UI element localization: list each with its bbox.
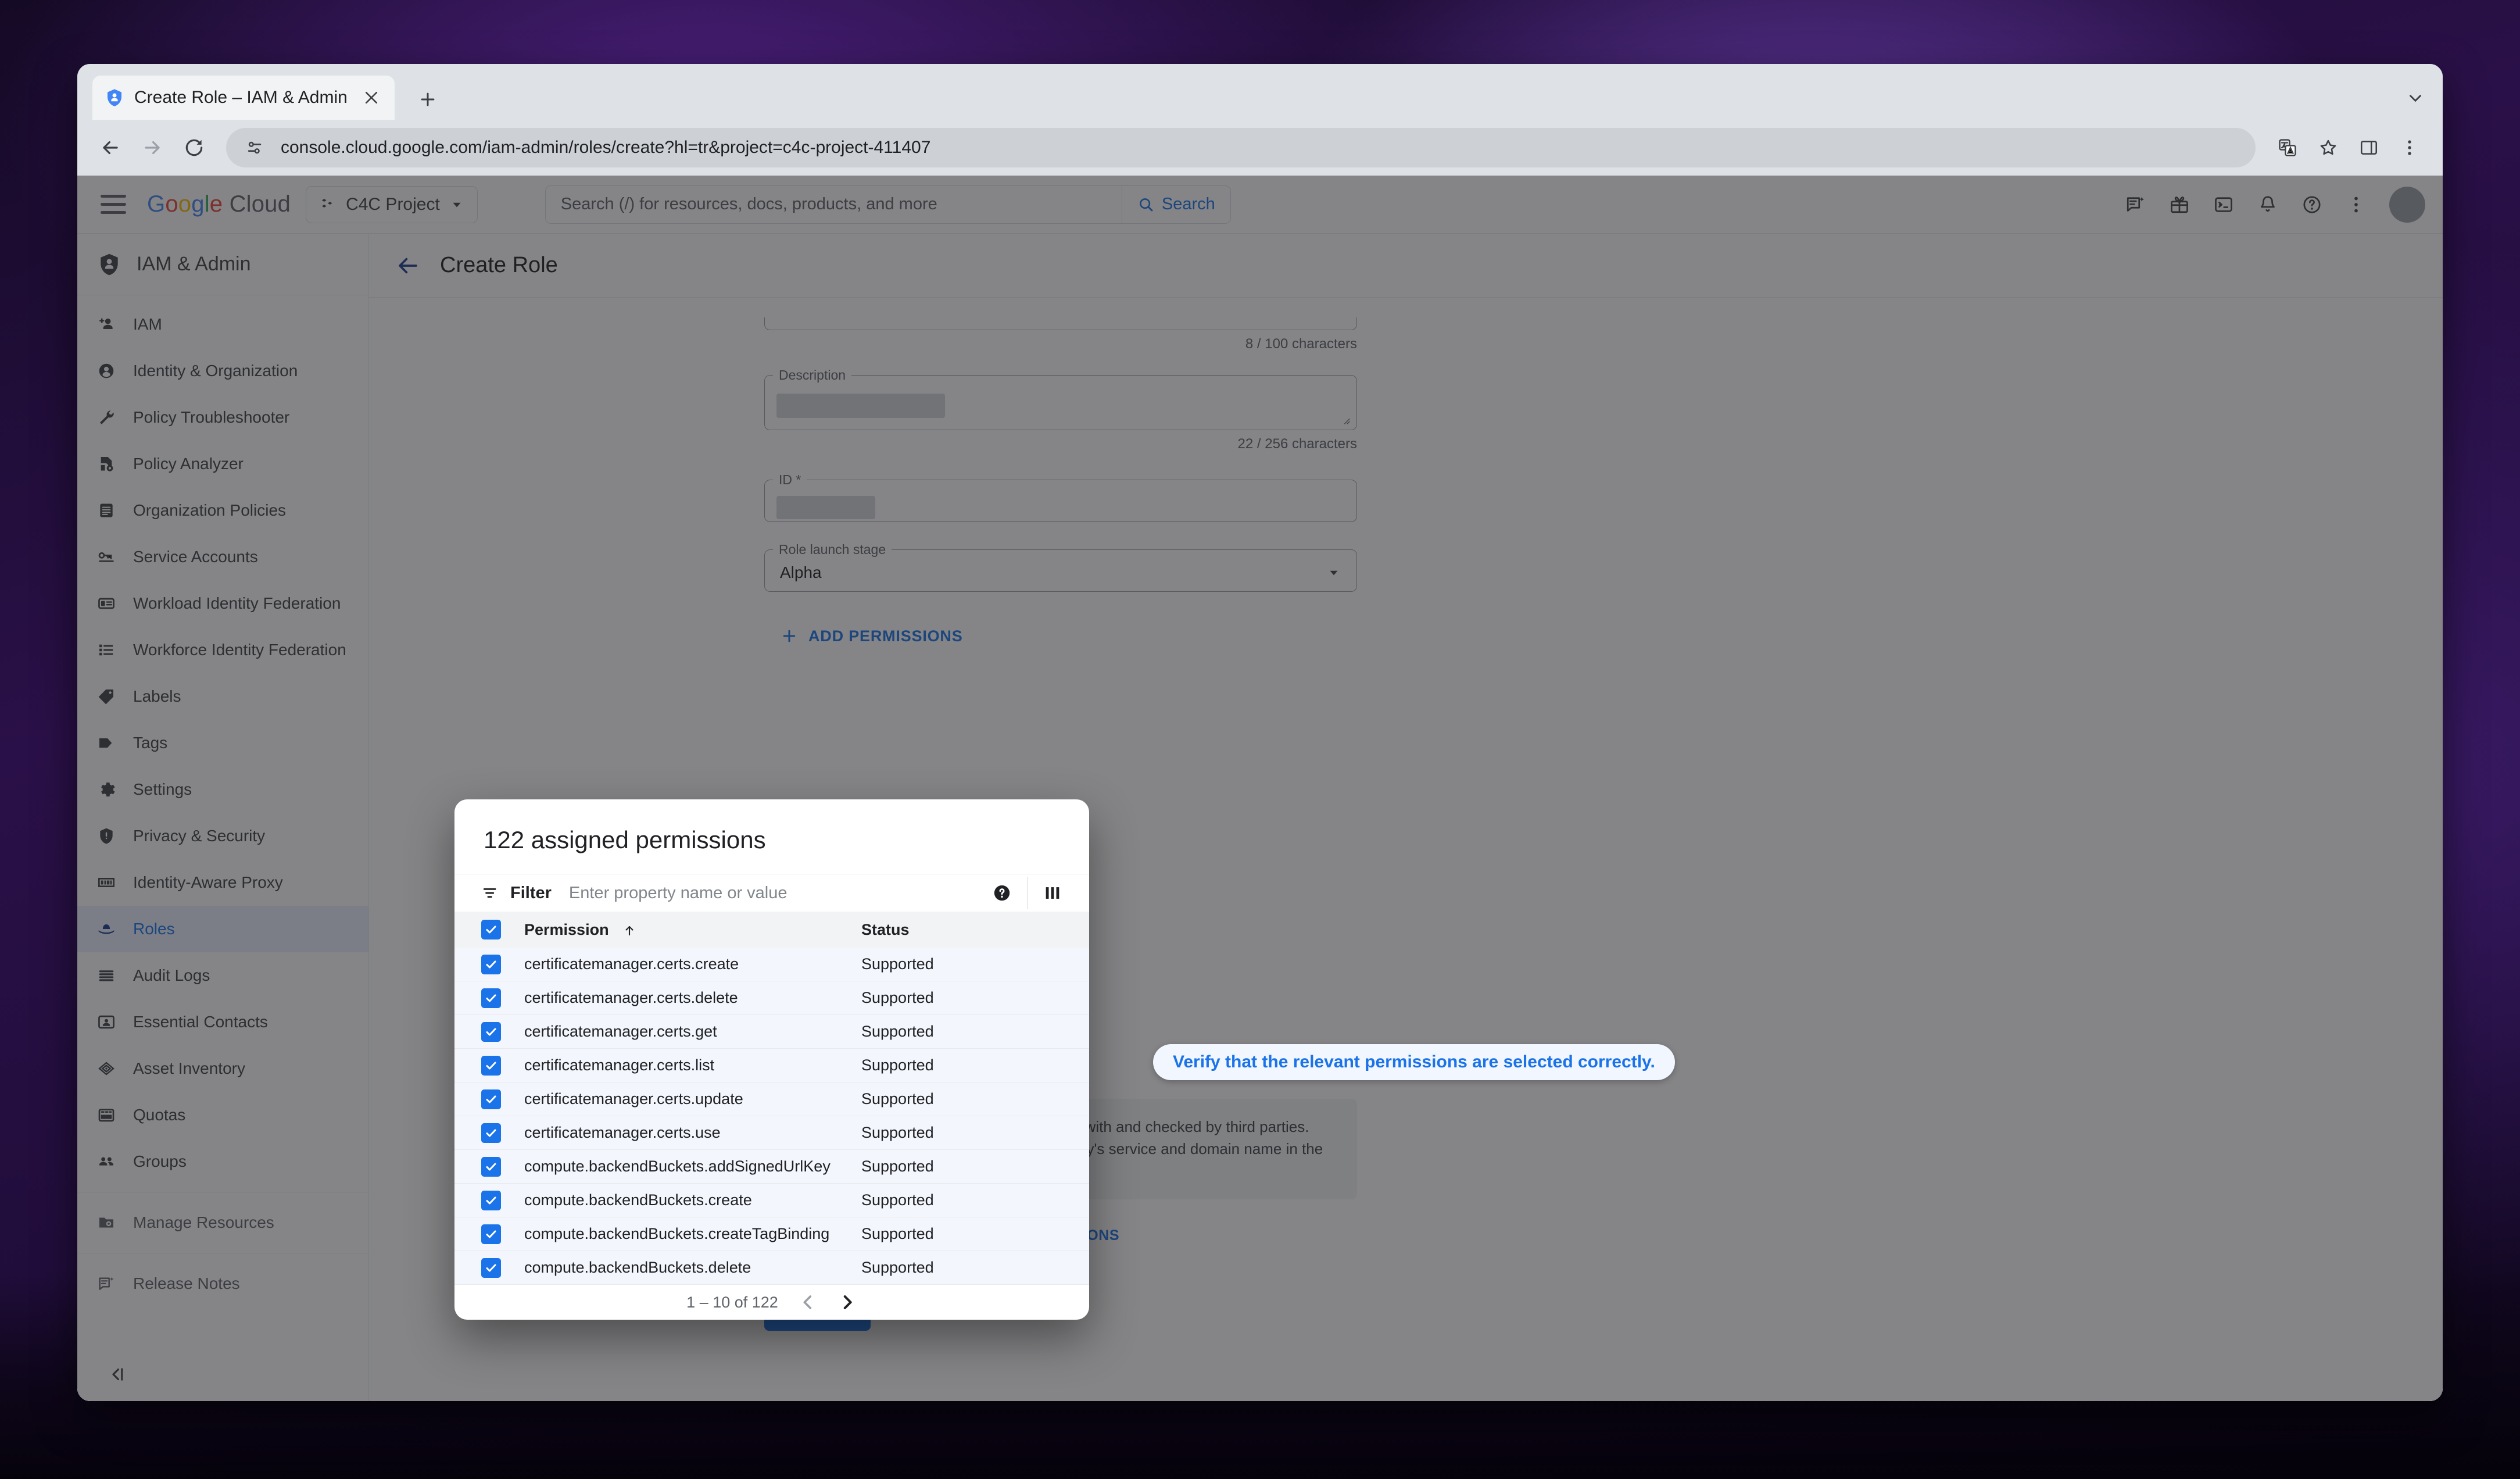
dialog-title: 122 assigned permissions xyxy=(484,826,766,853)
reload-icon[interactable] xyxy=(176,130,212,166)
table-row[interactable]: certificatemanager.certs.create Supported xyxy=(454,948,1089,982)
more-vertical-icon[interactable] xyxy=(2392,130,2428,166)
table-row[interactable]: compute.backendBuckets.createTagBinding S… xyxy=(454,1217,1089,1252)
annotation-verify-permissions: Verify that the relevant permissions are… xyxy=(1153,1044,1675,1080)
permission-status: Supported xyxy=(861,1259,934,1277)
arrow-up-icon xyxy=(622,924,636,938)
permission-name: compute.backendBuckets.create xyxy=(524,1191,752,1209)
arrow-back-icon[interactable] xyxy=(92,130,128,166)
permission-status: Supported xyxy=(861,1090,934,1108)
permission-name: certificatemanager.certs.list xyxy=(524,1056,715,1074)
row-checkbox[interactable] xyxy=(481,1021,501,1042)
row-checkbox[interactable] xyxy=(481,1089,501,1109)
filter-input[interactable] xyxy=(568,883,992,903)
table-body: certificatemanager.certs.create Supported… xyxy=(454,948,1089,1285)
assigned-permissions-dialog: 122 assigned permissions Filter Enter pr… xyxy=(454,799,1089,1320)
permission-name: certificatemanager.certs.get xyxy=(524,1023,717,1041)
permission-status: Supported xyxy=(861,1191,934,1209)
browser-window: Create Role – IAM & Admin – console.clou… xyxy=(77,64,2443,1401)
table-row[interactable]: certificatemanager.certs.list Supported xyxy=(454,1049,1089,1083)
browser-tab[interactable]: Create Role – IAM & Admin – xyxy=(92,76,395,120)
table-row[interactable]: compute.backendBuckets.addSignedUrlKey Su… xyxy=(454,1150,1089,1184)
row-checkbox[interactable] xyxy=(481,1055,501,1076)
table-row[interactable]: certificatemanager.certs.update Supported xyxy=(454,1083,1089,1117)
filter-icon[interactable] xyxy=(481,884,500,902)
shield-person-icon xyxy=(104,87,125,108)
permission-status: Supported xyxy=(861,955,934,973)
browser-toolbar: console.cloud.google.com/iam-admin/roles… xyxy=(77,120,2443,176)
address-bar-url: console.cloud.google.com/iam-admin/roles… xyxy=(281,138,931,157)
table-row[interactable]: compute.backendBuckets.create Supported xyxy=(454,1184,1089,1218)
permission-name: compute.backendBuckets.delete xyxy=(524,1259,751,1277)
permission-status: Supported xyxy=(861,1158,934,1176)
chevron-right-icon[interactable] xyxy=(837,1292,857,1312)
permission-name: compute.backendBuckets.addSignedUrlKey xyxy=(524,1158,831,1176)
table-row[interactable]: certificatemanager.certs.delete Supported xyxy=(454,981,1089,1016)
permission-name: certificatemanager.certs.update xyxy=(524,1090,743,1108)
row-checkbox[interactable] xyxy=(481,1156,501,1177)
column-header-status[interactable]: Status xyxy=(861,921,910,939)
site-settings-icon[interactable] xyxy=(241,134,268,161)
permission-name: compute.backendBuckets.createTagBinding xyxy=(524,1225,830,1243)
table-row[interactable]: certificatemanager.certs.get Supported xyxy=(454,1015,1089,1049)
side-panel-icon[interactable] xyxy=(2351,130,2387,166)
row-checkbox[interactable] xyxy=(481,1224,501,1244)
toolbar-divider xyxy=(1027,877,1028,910)
row-checkbox[interactable] xyxy=(481,1123,501,1143)
dialog-filter-bar: Filter xyxy=(454,874,1089,912)
help-filled-icon[interactable] xyxy=(992,883,1012,903)
window-controls[interactable] xyxy=(2406,88,2425,108)
browser-tab-strip: Create Role – IAM & Admin – xyxy=(77,64,2443,120)
permission-status: Supported xyxy=(861,1124,934,1142)
permission-name: certificatemanager.certs.use xyxy=(524,1124,721,1142)
chevron-left-icon[interactable] xyxy=(798,1292,818,1312)
column-header-permission[interactable]: Permission xyxy=(524,921,861,939)
annotation-text: Verify that the relevant permissions are… xyxy=(1173,1052,1655,1071)
address-bar[interactable]: console.cloud.google.com/iam-admin/roles… xyxy=(226,128,2256,167)
plus-icon[interactable] xyxy=(407,79,448,120)
permission-name: certificatemanager.certs.create xyxy=(524,955,739,973)
row-checkbox[interactable] xyxy=(481,954,501,974)
permission-status: Supported xyxy=(861,989,934,1007)
row-checkbox[interactable] xyxy=(481,1257,501,1278)
row-checkbox[interactable] xyxy=(481,988,501,1008)
page-viewport: Google Cloud C4C Project Search xyxy=(77,176,2443,1401)
browser-tab-title: Create Role – IAM & Admin – xyxy=(134,88,350,107)
table-row[interactable]: certificatemanager.certs.use Supported xyxy=(454,1116,1089,1151)
permission-name: certificatemanager.certs.delete xyxy=(524,989,738,1007)
modal-scrim[interactable] xyxy=(77,176,2443,1401)
select-all-checkbox[interactable] xyxy=(481,920,501,940)
permission-status: Supported xyxy=(861,1023,934,1041)
close-icon[interactable] xyxy=(360,86,383,109)
pagination-range: 1 – 10 of 122 xyxy=(686,1293,778,1311)
table-row[interactable]: compute.backendBuckets.delete Supported xyxy=(454,1251,1089,1285)
column-settings-icon[interactable] xyxy=(1043,883,1062,903)
column-header-permission-label: Permission xyxy=(524,920,609,938)
row-checkbox[interactable] xyxy=(481,1190,501,1210)
arrow-forward-icon[interactable] xyxy=(134,130,170,166)
permissions-table: Permission Status certificatemanager.cer… xyxy=(454,912,1089,1285)
permission-status: Supported xyxy=(861,1225,934,1243)
filter-label: Filter xyxy=(510,883,552,902)
toolbar-right-icons xyxy=(2270,130,2428,166)
permission-status: Supported xyxy=(861,1056,934,1074)
star-icon[interactable] xyxy=(2310,130,2346,166)
table-header-row: Permission Status xyxy=(454,912,1089,948)
translate-icon[interactable] xyxy=(2270,130,2306,166)
dialog-pagination: 1 – 10 of 122 xyxy=(454,1285,1089,1320)
